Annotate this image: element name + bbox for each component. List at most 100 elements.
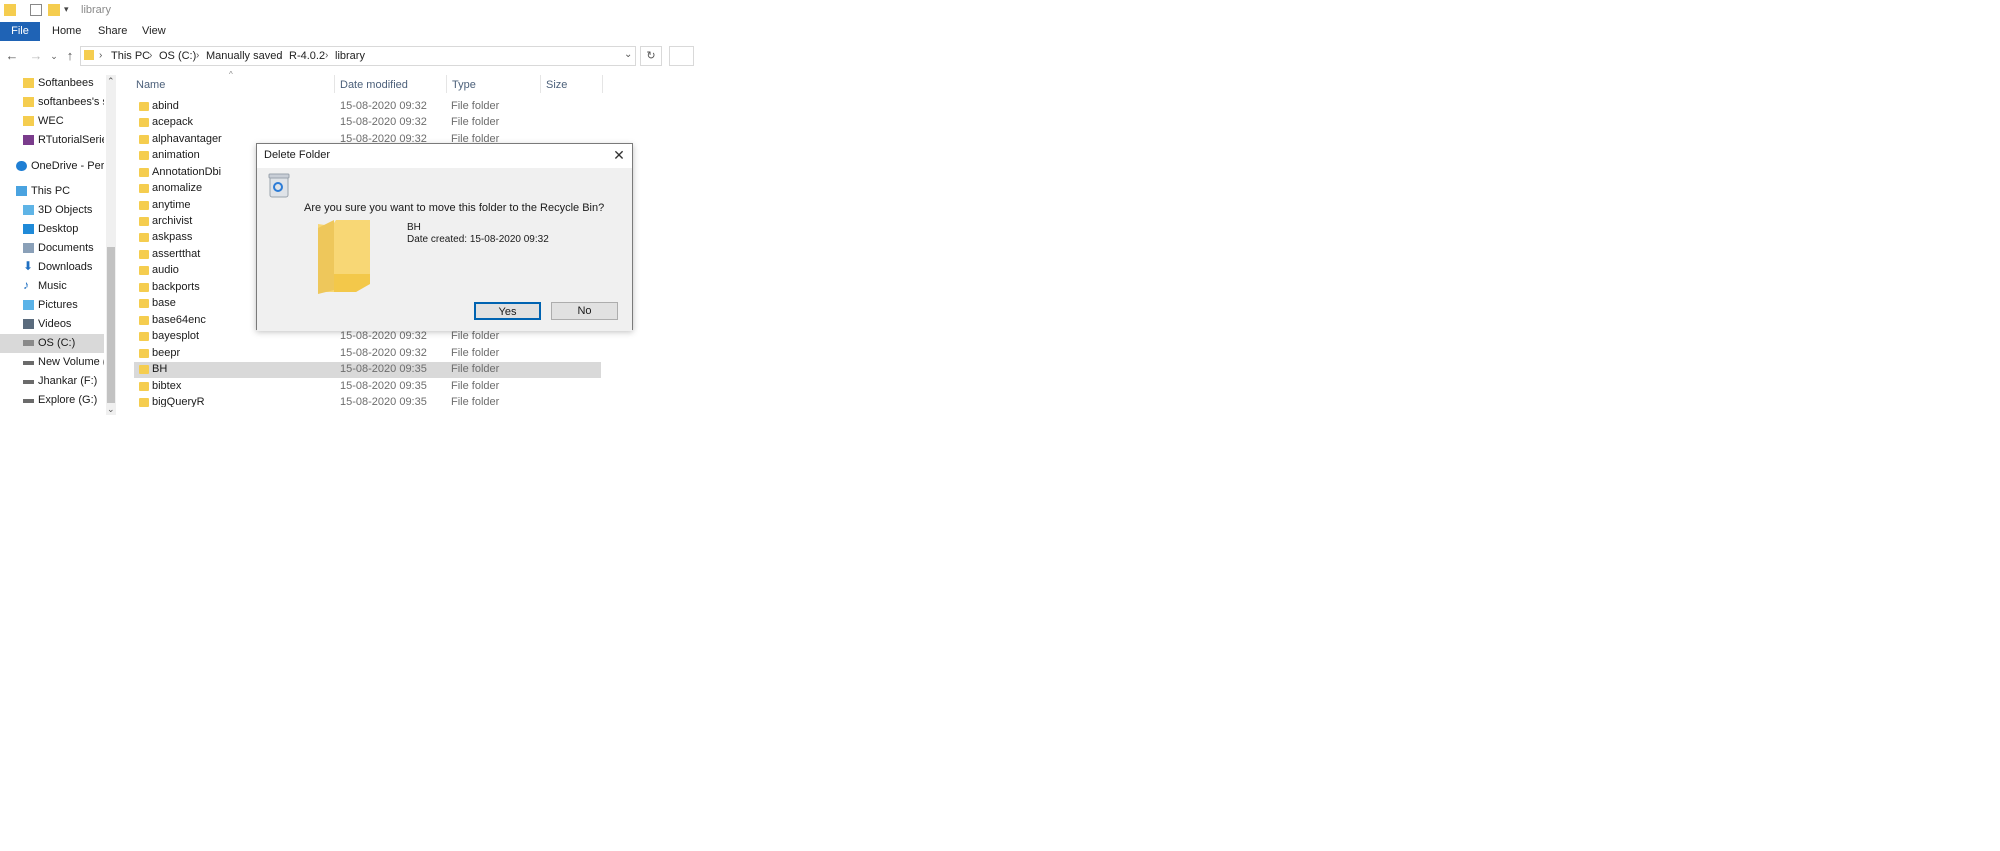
properties-icon[interactable] bbox=[30, 4, 42, 16]
row-type: File folder bbox=[451, 363, 500, 375]
folder-icon bbox=[139, 151, 149, 160]
nav-item-videos[interactable]: Videos bbox=[0, 315, 104, 334]
no-button[interactable]: No bbox=[551, 302, 618, 320]
breadcrumb-os-c[interactable]: OS (C:) bbox=[159, 50, 196, 62]
table-row[interactable]: acepack 15-08-2020 09:32 File folder bbox=[134, 115, 601, 131]
archive-icon bbox=[23, 135, 34, 145]
cube-icon bbox=[23, 205, 34, 215]
folder-icon bbox=[139, 349, 149, 358]
chevron-right-icon: › bbox=[149, 50, 153, 61]
row-name: animation bbox=[152, 149, 200, 161]
column-divider[interactable] bbox=[446, 75, 447, 93]
nav-item-3d-objects[interactable]: 3D Objects bbox=[0, 201, 104, 220]
nav-item-label: OS (C:) bbox=[38, 337, 76, 349]
sort-ascending-icon: ^ bbox=[229, 70, 233, 79]
close-button[interactable]: ✕ bbox=[611, 146, 627, 164]
nav-item-label: Videos bbox=[38, 318, 72, 330]
column-divider[interactable] bbox=[334, 75, 335, 93]
row-name: BH bbox=[152, 363, 168, 375]
nav-item-softanbees-share[interactable]: softanbees's sha bbox=[0, 93, 104, 112]
scroll-down-icon[interactable]: ⌄ bbox=[107, 404, 115, 415]
nav-item-documents[interactable]: Documents bbox=[0, 239, 104, 258]
row-name: bayesplot bbox=[152, 330, 200, 342]
row-type: File folder bbox=[451, 116, 500, 128]
folder-icon bbox=[23, 78, 34, 88]
recent-locations-icon[interactable]: ⌄ bbox=[47, 49, 61, 63]
dialog-item-name: BH bbox=[407, 222, 421, 233]
videos-icon bbox=[23, 319, 34, 329]
breadcrumb-this-pc[interactable]: This PC bbox=[111, 50, 150, 62]
column-header-date-modified[interactable]: Date modified bbox=[340, 79, 408, 91]
tab-home[interactable]: Home bbox=[52, 22, 81, 41]
nav-item-rtutorialseries[interactable]: RTutorialSeries_F bbox=[0, 131, 104, 150]
back-icon[interactable]: ← bbox=[5, 49, 19, 63]
folder-icon bbox=[139, 168, 149, 177]
table-row[interactable]: bayesplot 15-08-2020 09:32 File folder bbox=[134, 329, 601, 345]
row-date: 15-08-2020 09:32 bbox=[340, 330, 427, 342]
nav-item-label: Documents bbox=[38, 242, 94, 254]
chevron-right-icon: › bbox=[99, 50, 103, 61]
forward-icon[interactable]: → bbox=[29, 49, 43, 63]
column-header-size[interactable]: Size bbox=[546, 79, 567, 91]
nav-item-explore-g[interactable]: Explore (G:) bbox=[0, 391, 104, 410]
yes-button[interactable]: Yes bbox=[474, 302, 541, 320]
chevron-down-icon[interactable]: ⌄ bbox=[624, 49, 632, 60]
tab-share[interactable]: Share bbox=[98, 22, 127, 41]
drive-icon bbox=[23, 399, 34, 403]
nav-scrollbar-thumb[interactable] bbox=[107, 247, 115, 403]
row-date: 15-08-2020 09:32 bbox=[340, 100, 427, 112]
nav-item-desktop[interactable]: Desktop bbox=[0, 220, 104, 239]
row-date: 15-08-2020 09:32 bbox=[340, 347, 427, 359]
nav-item-onedrive[interactable]: OneDrive - Person bbox=[0, 157, 104, 176]
row-name: bigQueryR bbox=[152, 396, 205, 407]
nav-item-downloads[interactable]: ⬇ Downloads bbox=[0, 258, 104, 277]
folder-icon bbox=[139, 283, 149, 292]
breadcrumb-library[interactable]: library bbox=[335, 50, 365, 62]
tab-file[interactable]: File bbox=[0, 22, 40, 41]
row-date: 15-08-2020 09:35 bbox=[340, 380, 427, 392]
dialog-title-bar[interactable]: Delete Folder ✕ bbox=[257, 144, 632, 168]
up-icon[interactable]: ↑ bbox=[63, 49, 77, 63]
table-row[interactable]: abind 15-08-2020 09:32 File folder bbox=[134, 99, 601, 115]
table-row-selected[interactable]: BH 15-08-2020 09:35 File folder bbox=[134, 362, 601, 378]
column-header-type[interactable]: Type bbox=[452, 79, 476, 91]
row-date: 15-08-2020 09:35 bbox=[340, 363, 427, 375]
nav-item-pictures[interactable]: Pictures bbox=[0, 296, 104, 315]
download-icon: ⬇ bbox=[23, 259, 34, 273]
column-header-name[interactable]: Name bbox=[136, 79, 165, 91]
table-row[interactable]: beepr 15-08-2020 09:32 File folder bbox=[134, 346, 601, 362]
row-name: anomalize bbox=[152, 182, 203, 194]
row-date: 15-08-2020 09:32 bbox=[340, 116, 427, 128]
drive-icon bbox=[23, 361, 34, 365]
breadcrumb-manually-saved[interactable]: Manually saved bbox=[206, 50, 282, 62]
tab-view[interactable]: View bbox=[142, 22, 166, 41]
nav-item-new-volume-d[interactable]: New Volume (D: bbox=[0, 353, 104, 372]
nav-item-music[interactable]: ♪ Music bbox=[0, 277, 104, 296]
pictures-icon bbox=[23, 300, 34, 310]
nav-item-label: Explore (G:) bbox=[38, 394, 98, 406]
search-input[interactable] bbox=[669, 46, 694, 66]
row-name: backports bbox=[152, 281, 200, 293]
nav-item-this-pc[interactable]: This PC bbox=[0, 182, 104, 201]
folder-icon bbox=[139, 233, 149, 242]
folder-icon bbox=[139, 135, 149, 144]
table-row[interactable]: bibtex 15-08-2020 09:35 File folder bbox=[134, 379, 601, 395]
table-row[interactable]: bigQueryR 15-08-2020 09:35 File folder bbox=[134, 395, 601, 407]
new-folder-icon[interactable] bbox=[48, 4, 60, 16]
music-icon: ♪ bbox=[23, 278, 29, 292]
nav-item-wec[interactable]: WEC bbox=[0, 112, 104, 131]
row-name: bibtex bbox=[152, 380, 182, 392]
refresh-button[interactable]: ↻ bbox=[640, 46, 662, 66]
window-title: library bbox=[81, 4, 111, 16]
column-divider[interactable] bbox=[540, 75, 541, 93]
column-divider[interactable] bbox=[602, 75, 603, 93]
dialog-title: Delete Folder bbox=[264, 149, 331, 161]
nav-item-softanbees[interactable]: Softanbees bbox=[0, 74, 104, 93]
chevron-right-icon: › bbox=[196, 50, 200, 61]
scroll-up-icon[interactable]: ⌃ bbox=[107, 76, 115, 87]
nav-item-os-c[interactable]: OS (C:) bbox=[0, 334, 104, 353]
nav-item-jhankar-f[interactable]: Jhankar (F:) bbox=[0, 372, 104, 391]
customize-quick-access-icon[interactable]: ▾ bbox=[64, 4, 76, 16]
breadcrumb-r-402[interactable]: R-4.0.2 bbox=[289, 50, 325, 62]
row-name: abind bbox=[152, 100, 179, 112]
